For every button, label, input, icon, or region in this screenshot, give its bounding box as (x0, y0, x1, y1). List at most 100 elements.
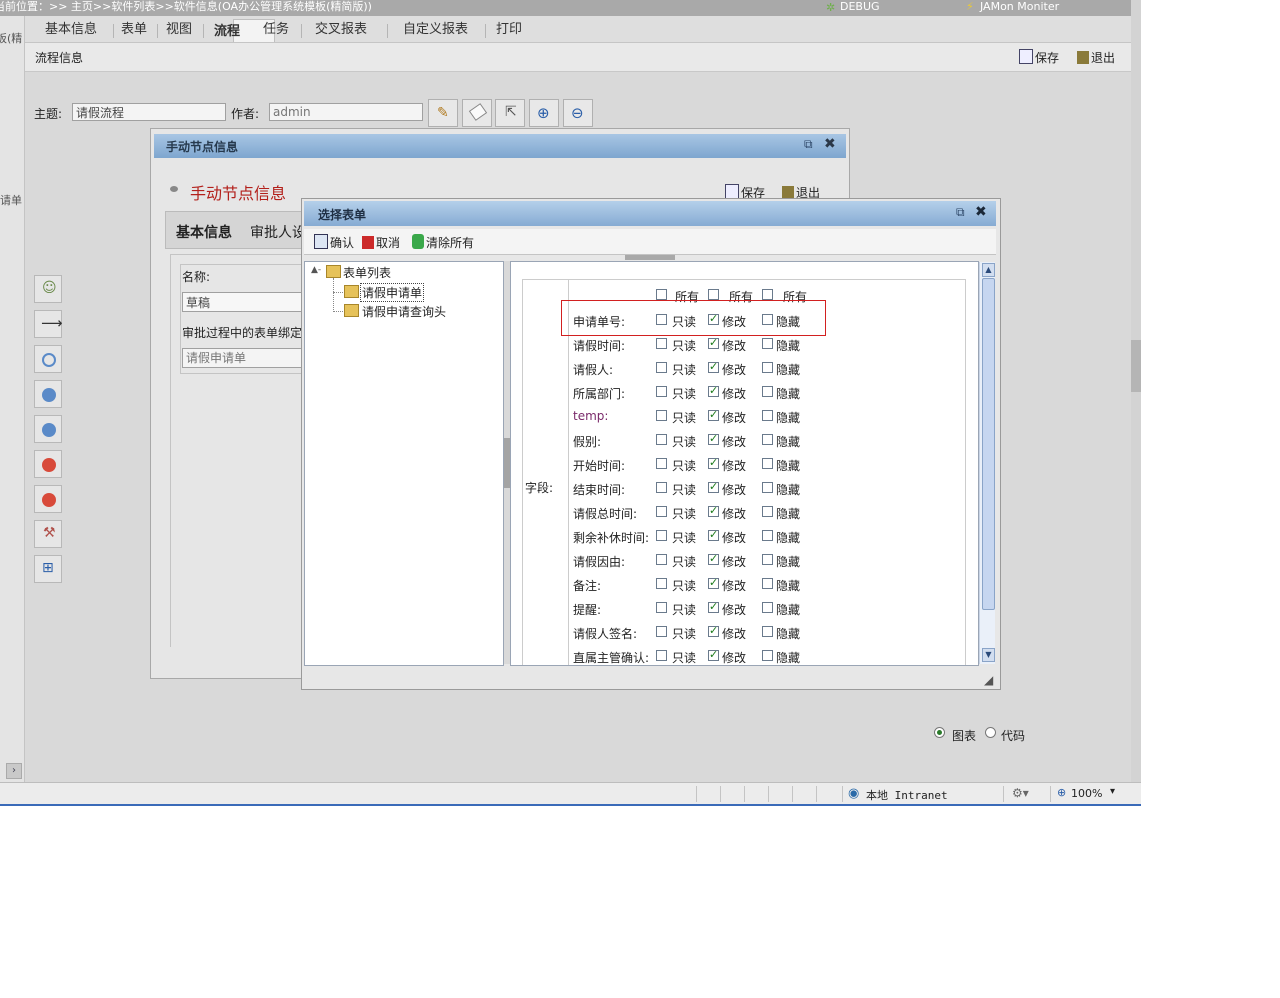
modify-checkbox[interactable] (708, 552, 719, 565)
tree-expand-icon[interactable]: ▲- (311, 265, 321, 275)
hide-checkbox[interactable] (762, 410, 773, 421)
readonly-checkbox[interactable] (656, 410, 667, 421)
hide-checkbox[interactable] (762, 650, 773, 661)
confirm-button[interactable]: 确认 (314, 234, 354, 251)
hide-checkbox[interactable] (762, 482, 773, 493)
hide-checkbox[interactable] (762, 434, 773, 445)
win1-tab-approver[interactable]: 审批人设 (250, 222, 306, 242)
tab-form[interactable]: 表单 (121, 21, 147, 41)
win1-tab-basic[interactable]: 基本信息 (176, 222, 232, 242)
tree-item-leave-form[interactable]: 请假申请单 (360, 283, 425, 302)
modify-checkbox[interactable] (708, 528, 719, 541)
readonly-checkbox[interactable] (656, 458, 667, 469)
all-hide-checkbox[interactable] (762, 289, 773, 300)
eraser-tool-button[interactable] (462, 99, 492, 127)
user-node-tool[interactable]: ☺ (34, 275, 62, 303)
modify-checkbox[interactable] (708, 336, 719, 349)
modify-checkbox[interactable] (708, 360, 719, 373)
subject-input[interactable] (72, 103, 226, 121)
tab-process[interactable]: 流程 (214, 23, 240, 43)
readonly-checkbox[interactable] (656, 650, 667, 661)
cancel-button[interactable]: 取消 (362, 234, 400, 251)
pause-node-tool[interactable] (34, 415, 62, 443)
tree-root[interactable]: 表单列表 (343, 264, 391, 281)
hide-checkbox[interactable] (762, 386, 773, 397)
resize-grip-icon[interactable]: ◢ (984, 673, 993, 687)
modify-checkbox[interactable] (708, 480, 719, 493)
scroll-thumb[interactable] (982, 278, 995, 610)
bind-form-input[interactable] (182, 348, 306, 368)
hide-checkbox[interactable] (762, 458, 773, 469)
hide-checkbox[interactable] (762, 602, 773, 613)
scroll-down-arrow[interactable]: ▼ (982, 648, 995, 662)
readonly-checkbox[interactable] (656, 482, 667, 493)
tab-print[interactable]: 打印 (496, 21, 522, 41)
modify-checkbox[interactable] (708, 576, 719, 589)
modify-checkbox[interactable] (708, 408, 719, 421)
all-modify-checkbox[interactable] (708, 289, 719, 300)
cancel-node-tool[interactable] (34, 485, 62, 513)
hide-checkbox[interactable] (762, 530, 773, 541)
debug-link[interactable]: DEBUG (840, 0, 880, 14)
manual-node-titlebar[interactable]: 手动节点信息 ⧉ ✖ (154, 134, 846, 158)
tab-cross-report[interactable]: 交叉报表 (315, 21, 367, 41)
select-form-titlebar[interactable]: 选择表单 ⧉ ✖ (304, 201, 996, 226)
hide-checkbox[interactable] (762, 362, 773, 373)
readonly-checkbox[interactable] (656, 530, 667, 541)
readonly-checkbox[interactable] (656, 506, 667, 517)
modify-checkbox[interactable] (708, 624, 719, 637)
jamon-link[interactable]: JAMon Moniter (980, 0, 1059, 14)
all-readonly-checkbox[interactable] (656, 289, 667, 300)
readonly-checkbox[interactable] (656, 554, 667, 565)
tab-view[interactable]: 视图 (166, 21, 192, 41)
hide-checkbox[interactable] (762, 554, 773, 565)
close-icon[interactable]: ✖ (824, 136, 836, 152)
hide-checkbox[interactable] (762, 506, 773, 517)
expand-panel-icon[interactable]: › (6, 763, 22, 779)
dialog-close-icon[interactable]: ✖ (975, 204, 987, 220)
hide-checkbox[interactable] (762, 578, 773, 589)
horizontal-splitter-handle[interactable] (625, 255, 675, 260)
exit-button[interactable]: 退出 (1077, 49, 1115, 67)
field-panel-scrollbar[interactable]: ▲ ▼ (979, 262, 995, 664)
zoom-out-button[interactable]: ⊖ (563, 99, 593, 127)
pointer-tool-button[interactable]: ⇱ (495, 99, 525, 127)
readonly-checkbox[interactable] (656, 362, 667, 373)
name-input[interactable] (182, 292, 306, 312)
modify-checkbox[interactable] (708, 504, 719, 517)
tree-item-leave-query[interactable]: 请假申请查询头 (362, 303, 446, 320)
zoom-in-button[interactable]: ⊕ (529, 99, 559, 127)
hide-checkbox[interactable] (762, 338, 773, 349)
readonly-checkbox[interactable] (656, 626, 667, 637)
pick-tool[interactable]: ⚒ (34, 520, 62, 548)
stop-node-tool[interactable] (34, 450, 62, 478)
page-scrollbar-thumb[interactable] (1131, 340, 1141, 392)
readonly-checkbox[interactable] (656, 338, 667, 349)
start-node-tool[interactable] (34, 345, 62, 373)
play-node-tool[interactable] (34, 380, 62, 408)
modify-checkbox[interactable] (708, 648, 719, 661)
code-radio[interactable] (985, 727, 996, 738)
dialog-popout-icon[interactable]: ⧉ (956, 205, 965, 220)
arrow-tool[interactable]: ⟶ (34, 310, 63, 338)
tab-task[interactable]: 任务 (263, 21, 289, 41)
popout-icon[interactable]: ⧉ (804, 137, 813, 152)
hide-checkbox[interactable] (762, 626, 773, 637)
readonly-checkbox[interactable] (656, 386, 667, 397)
zoom-level[interactable]: 100% (1071, 787, 1102, 800)
edit-tool-button[interactable]: ✎ (428, 99, 458, 127)
zoom-dropdown-icon[interactable]: ▾ (1110, 786, 1115, 797)
chart-radio[interactable] (934, 727, 945, 738)
tree-tool[interactable]: ⊞ (34, 555, 62, 583)
modify-checkbox[interactable] (708, 456, 719, 469)
tab-basic-info[interactable]: 基本信息 (45, 21, 97, 41)
tab-custom-report[interactable]: 自定义报表 (403, 21, 468, 41)
modify-checkbox[interactable] (708, 600, 719, 613)
readonly-checkbox[interactable] (656, 578, 667, 589)
modify-checkbox[interactable] (708, 432, 719, 445)
protected-mode-icon[interactable]: ⚙▾ (1012, 786, 1029, 800)
author-input[interactable] (269, 103, 423, 121)
scroll-up-arrow[interactable]: ▲ (982, 263, 995, 277)
clear-all-button[interactable]: 清除所有 (412, 234, 474, 251)
save-button[interactable]: 保存 (1019, 49, 1059, 67)
